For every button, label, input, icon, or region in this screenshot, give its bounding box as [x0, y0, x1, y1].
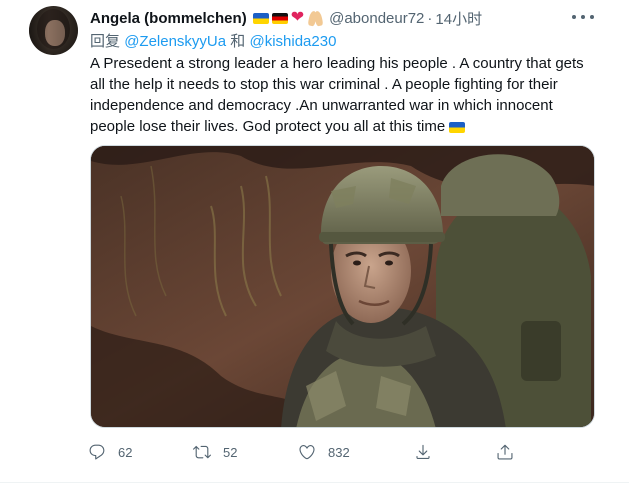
reply-count: 62: [118, 444, 133, 460]
reply-prefix: 回复: [90, 33, 121, 50]
more-icon[interactable]: [572, 9, 594, 25]
tweet-actions: 62 52 832: [88, 442, 528, 462]
author-handle[interactable]: @abondeur72: [329, 10, 424, 27]
share-icon: [497, 444, 513, 460]
share-button[interactable]: [496, 442, 514, 462]
ukraine-flag-icon: [449, 121, 466, 133]
avatar-shade: [29, 6, 78, 55]
folded-hands-icon: [307, 9, 324, 27]
mention-zelenskyyua[interactable]: @ZelenskyyUa: [124, 33, 226, 50]
tweet-header: Angela (bommelchen) ❤ @abondeur72 · 14小时: [90, 8, 482, 28]
download-icon: [416, 444, 430, 459]
header-separator: ·: [427, 9, 433, 27]
reply-icon: [89, 444, 105, 460]
download-button[interactable]: [414, 442, 432, 462]
tweet-body-text: A Presedent a strong leader a hero leadi…: [90, 55, 584, 135]
author-display-name[interactable]: Angela (bommelchen): [90, 10, 247, 27]
mention-kishida230[interactable]: @kishida230: [249, 33, 336, 50]
ukraine-flag-icon: [252, 12, 269, 24]
tweet-timestamp[interactable]: 14小时: [435, 8, 482, 29]
retweet-button[interactable]: 52: [193, 442, 237, 462]
retweet-icon: [193, 445, 211, 459]
germany-flag-icon: [271, 12, 288, 24]
replying-to-line: 回复 @ZelenskyyUa 和 @kishida230: [90, 30, 336, 51]
photo-image: [91, 146, 594, 427]
heart-icon: [299, 445, 315, 460]
reply-conjunction: 和: [230, 33, 246, 50]
red-heart-icon: ❤: [290, 9, 305, 26]
tweet-text: A Presedent a strong leader a hero leadi…: [90, 53, 600, 137]
reply-button[interactable]: 62: [88, 442, 132, 462]
tweet[interactable]: Angela (bommelchen) ❤ @abondeur72 · 14小时…: [0, 0, 629, 483]
avatar[interactable]: [29, 6, 78, 55]
retweet-count: 52: [223, 444, 238, 460]
like-button[interactable]: 832: [298, 442, 350, 462]
like-count: 832: [328, 444, 350, 460]
tweet-photo[interactable]: [90, 145, 595, 428]
